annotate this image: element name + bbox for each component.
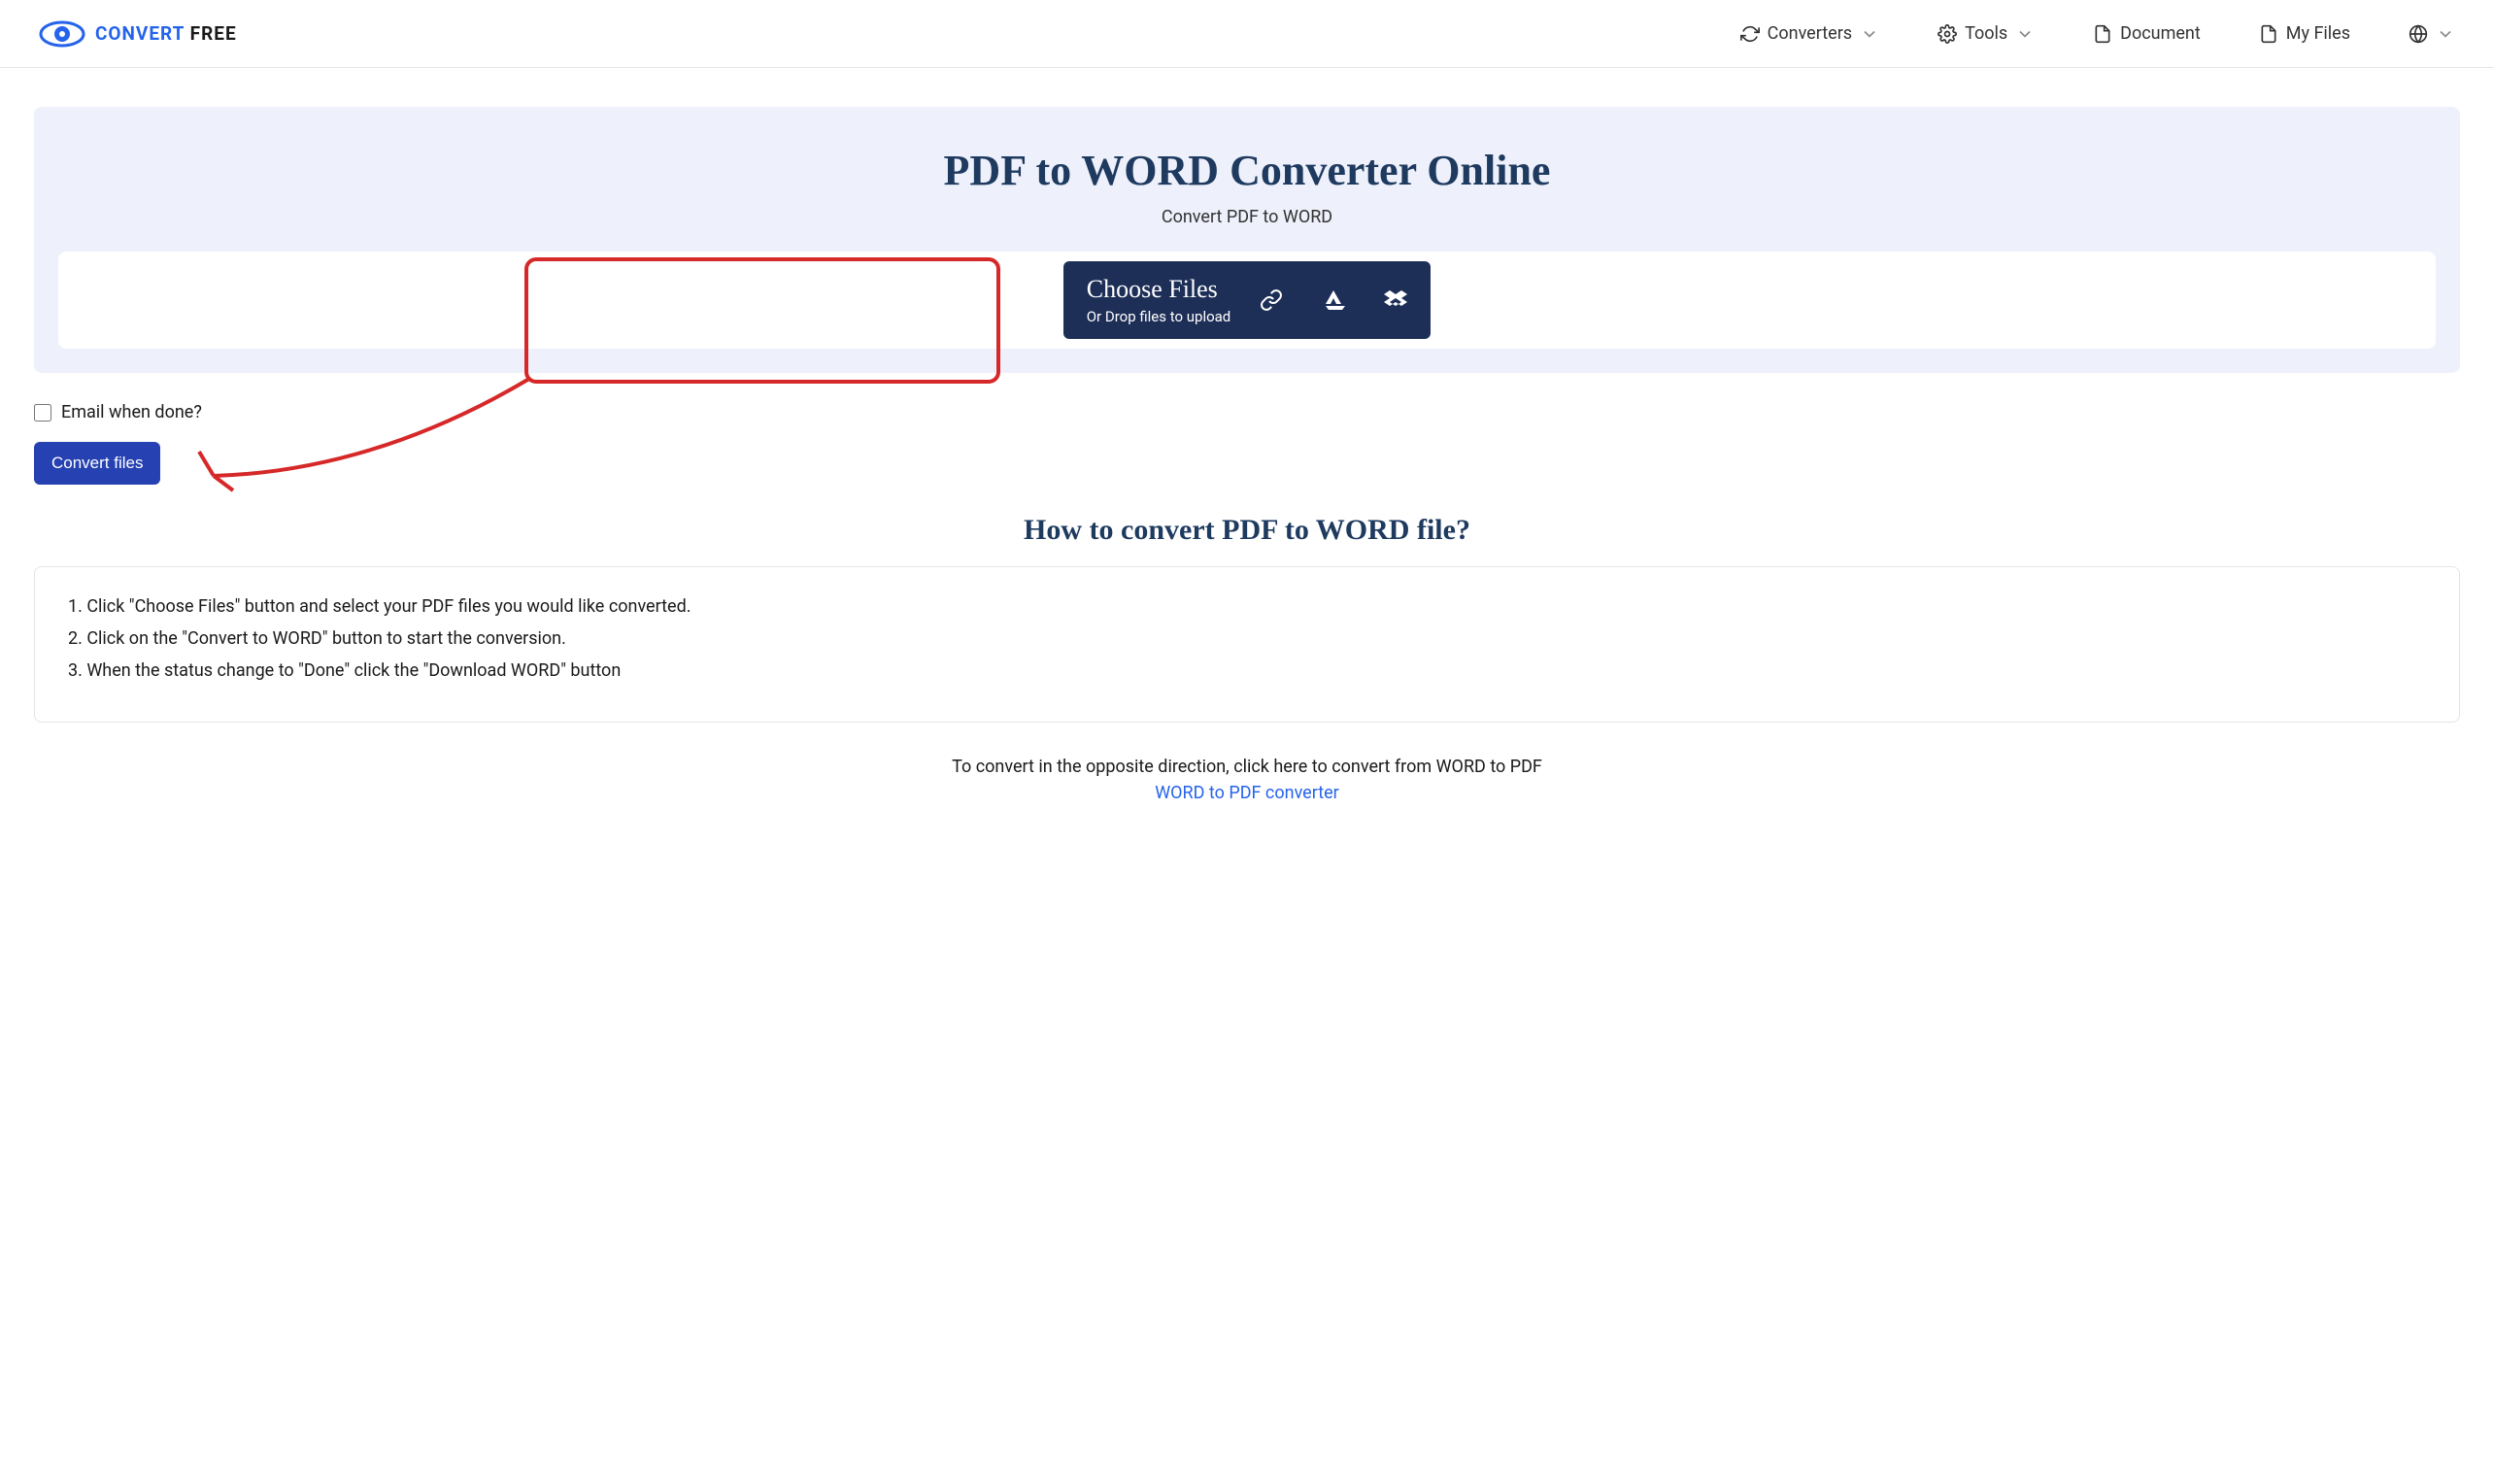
logo-text: CONVERT FREE xyxy=(95,22,237,45)
globe-icon xyxy=(2409,24,2428,44)
dropzone[interactable]: Choose Files Or Drop files to upload xyxy=(58,252,2436,349)
logo-icon xyxy=(39,11,85,57)
nav-myfiles[interactable]: My Files xyxy=(2259,23,2350,44)
google-drive-icon[interactable] xyxy=(1322,288,1345,312)
chevron-down-icon xyxy=(2436,24,2455,44)
choose-files-sub: Or Drop files to upload xyxy=(1087,308,1231,325)
howto-step: Click on the "Convert to WORD" button to… xyxy=(68,628,2430,649)
logo[interactable]: CONVERT FREE xyxy=(39,11,237,57)
dropbox-icon[interactable] xyxy=(1384,288,1407,312)
nav-document[interactable]: Document xyxy=(2093,23,2201,44)
chevron-down-icon xyxy=(1860,24,1879,44)
navbar: CONVERT FREE Converters Tools Document M… xyxy=(0,0,2494,68)
howto-box: Click "Choose Files" button and select y… xyxy=(34,566,2460,723)
opposite-link[interactable]: WORD to PDF converter xyxy=(0,783,2494,803)
gear-icon xyxy=(1938,24,1957,44)
page-title: PDF to WORD Converter Online xyxy=(34,146,2460,195)
choose-files-title: Choose Files xyxy=(1087,275,1231,304)
opposite-direction: To convert in the opposite direction, cl… xyxy=(0,757,2494,803)
nav-tools[interactable]: Tools xyxy=(1938,23,2035,44)
file-icon xyxy=(2259,24,2278,44)
howto-steps: Click "Choose Files" button and select y… xyxy=(64,596,2430,681)
document-icon xyxy=(2093,24,2112,44)
page-subtitle: Convert PDF to WORD xyxy=(34,207,2460,227)
howto-step: When the status change to "Done" click t… xyxy=(68,660,2430,681)
howto-step: Click "Choose Files" button and select y… xyxy=(68,596,2430,617)
refresh-icon xyxy=(1740,24,1760,44)
email-label: Email when done? xyxy=(61,402,202,422)
email-when-done-row: Email when done? xyxy=(34,402,2460,422)
chevron-down-icon xyxy=(2015,24,2035,44)
convert-files-button[interactable]: Convert files xyxy=(34,442,160,485)
choose-files-button[interactable]: Choose Files Or Drop files to upload xyxy=(1063,261,1432,339)
hero-section: PDF to WORD Converter Online Convert PDF… xyxy=(34,107,2460,373)
email-checkbox[interactable] xyxy=(34,404,51,422)
annotation-arrow xyxy=(180,374,539,500)
nav-language[interactable] xyxy=(2409,24,2455,44)
link-icon[interactable] xyxy=(1260,288,1283,312)
howto-title: How to convert PDF to WORD file? xyxy=(0,514,2494,547)
nav-converters[interactable]: Converters xyxy=(1740,23,1879,44)
